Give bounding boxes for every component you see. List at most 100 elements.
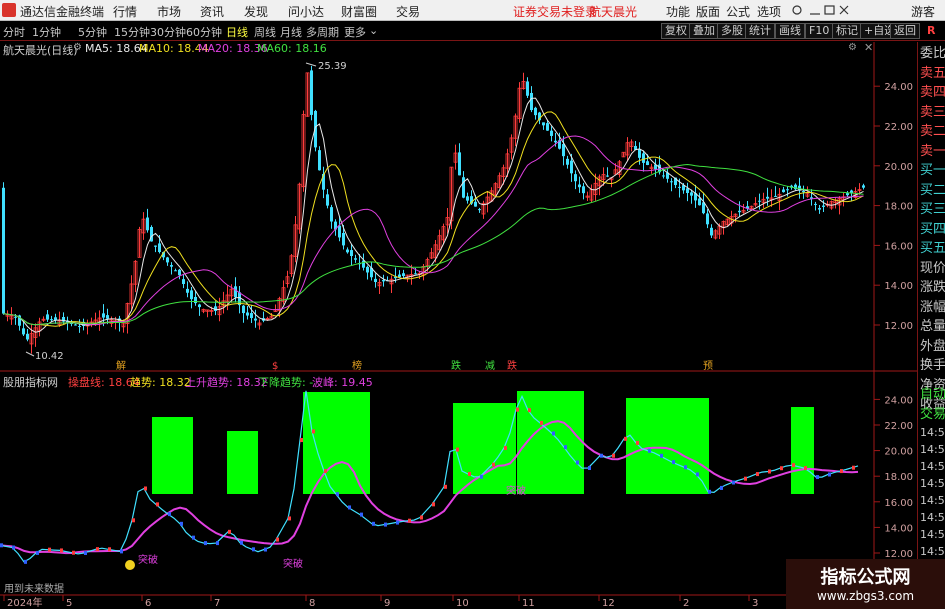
event-marker[interactable]: 预 bbox=[703, 360, 713, 372]
event-marker[interactable]: 解 bbox=[116, 359, 126, 372]
sub-candle bbox=[432, 502, 435, 507]
event-marker[interactable]: $ bbox=[272, 361, 278, 372]
tick-time: 14:56 bbox=[920, 494, 945, 507]
candle-body bbox=[198, 304, 201, 308]
auto-trade-label[interactable]: 自动 bbox=[920, 385, 945, 405]
ytick-label: 24.00 bbox=[884, 82, 913, 93]
quote-field-label: 买四 bbox=[920, 221, 945, 237]
ytick-label: 22.00 bbox=[884, 421, 913, 432]
candle-body bbox=[194, 296, 197, 304]
sub-candle bbox=[240, 540, 243, 545]
sub-candle bbox=[504, 446, 507, 451]
candle-body bbox=[26, 333, 29, 340]
sub-candle bbox=[396, 520, 399, 525]
sub-candle bbox=[84, 551, 87, 555]
candle-body bbox=[466, 196, 469, 201]
candle-body bbox=[2, 187, 5, 314]
candle-body bbox=[546, 123, 549, 131]
candle-body bbox=[346, 249, 349, 253]
sub-candle bbox=[708, 489, 711, 494]
candle-body bbox=[462, 177, 465, 198]
ma-line-10 bbox=[3, 111, 864, 327]
sub-grid bbox=[874, 398, 880, 554]
sub-candle bbox=[516, 407, 519, 412]
candle-body bbox=[242, 305, 245, 314]
sub-candle bbox=[324, 469, 327, 474]
candle-body bbox=[102, 313, 105, 318]
candle-body bbox=[530, 92, 533, 111]
main-grid bbox=[874, 85, 880, 326]
candle-body bbox=[234, 286, 237, 298]
xtick-label: 2024年 bbox=[7, 596, 42, 609]
candle-body bbox=[50, 319, 53, 321]
moving-averages bbox=[3, 97, 864, 333]
breakout-label: 突破 bbox=[283, 557, 303, 570]
candle-body bbox=[14, 316, 17, 318]
y-axis-labels: 24.00 22.00 20.00 18.00 16.00 14.00 12.00 24.00… bbox=[884, 82, 913, 560]
event-marker[interactable]: 跌 bbox=[507, 359, 517, 372]
sub-candle bbox=[792, 463, 795, 468]
sub-candle bbox=[624, 436, 627, 441]
candle-body bbox=[802, 190, 805, 193]
sub-candle bbox=[228, 529, 231, 534]
sub-candle bbox=[588, 466, 591, 471]
sub-candle bbox=[408, 518, 411, 523]
sub-candle bbox=[600, 453, 603, 458]
sub-indicator-lines bbox=[0, 390, 859, 564]
candle-body bbox=[342, 233, 345, 246]
candle-body bbox=[642, 153, 645, 163]
candle-body bbox=[534, 107, 537, 116]
ma-line-5 bbox=[3, 97, 864, 333]
signal-bar bbox=[791, 407, 814, 494]
tick-time: 14:56 bbox=[920, 511, 945, 524]
panel-r-label[interactable]: R bbox=[927, 24, 935, 37]
ytick-label: 24.00 bbox=[884, 395, 913, 406]
candle-body bbox=[310, 70, 313, 115]
tick-time: 14:56 bbox=[920, 426, 945, 439]
ma-line-60 bbox=[3, 163, 864, 326]
candle-body bbox=[154, 245, 157, 247]
candle-body bbox=[582, 186, 585, 194]
sub-candle bbox=[468, 471, 471, 476]
up-trend-legend: 上升趋势: 18.32 bbox=[185, 376, 268, 389]
sub-candle bbox=[384, 522, 387, 527]
ma-line-20 bbox=[3, 135, 864, 326]
candle-body bbox=[686, 188, 689, 193]
candle-body bbox=[182, 279, 185, 285]
sub-candle bbox=[0, 543, 3, 548]
event-marker[interactable]: 榜 bbox=[352, 359, 362, 372]
high-label: 25.39 bbox=[318, 61, 347, 72]
breakout-label: 突破 bbox=[138, 553, 158, 566]
candle-body bbox=[526, 81, 529, 96]
ytick-label: 18.00 bbox=[884, 202, 913, 213]
bofeng-legend: 波峰: 19.45 bbox=[312, 376, 373, 389]
ytick-label: 12.00 bbox=[884, 321, 913, 332]
sub-candle bbox=[264, 547, 267, 552]
xtick-label: 7 bbox=[214, 598, 220, 609]
sub-candle bbox=[168, 512, 171, 517]
candle-body bbox=[710, 227, 713, 236]
candle-body bbox=[338, 225, 341, 238]
candle-body bbox=[758, 200, 761, 202]
ytick-label: 20.00 bbox=[884, 447, 913, 458]
sub-candle bbox=[288, 516, 291, 521]
event-marker[interactable]: 减 bbox=[485, 360, 495, 372]
quote-field-label: 涨跌 bbox=[920, 280, 945, 295]
candle-body bbox=[350, 250, 353, 257]
ytick-label: 14.00 bbox=[884, 523, 913, 534]
quote-field-label: 外盘 bbox=[920, 338, 945, 354]
candle-body bbox=[190, 290, 193, 300]
sub-candle bbox=[852, 465, 855, 470]
event-marker[interactable]: 跌 bbox=[451, 359, 461, 372]
candle-body bbox=[246, 312, 249, 316]
sub-candle bbox=[768, 469, 771, 474]
sub-candle bbox=[336, 492, 339, 497]
kline-chart[interactable]: 24.00 22.00 20.00 18.00 16.00 14.00 12.00 24.00… bbox=[0, 0, 917, 609]
candle-body bbox=[166, 257, 169, 263]
auto-trade-label[interactable]: 交易 bbox=[920, 405, 945, 425]
sub-candle bbox=[216, 541, 219, 546]
sub-candle bbox=[348, 505, 351, 510]
candle-body bbox=[170, 265, 173, 267]
watermark-title: 指标公式网 bbox=[820, 567, 911, 588]
xtick-label: 3 bbox=[752, 598, 758, 609]
